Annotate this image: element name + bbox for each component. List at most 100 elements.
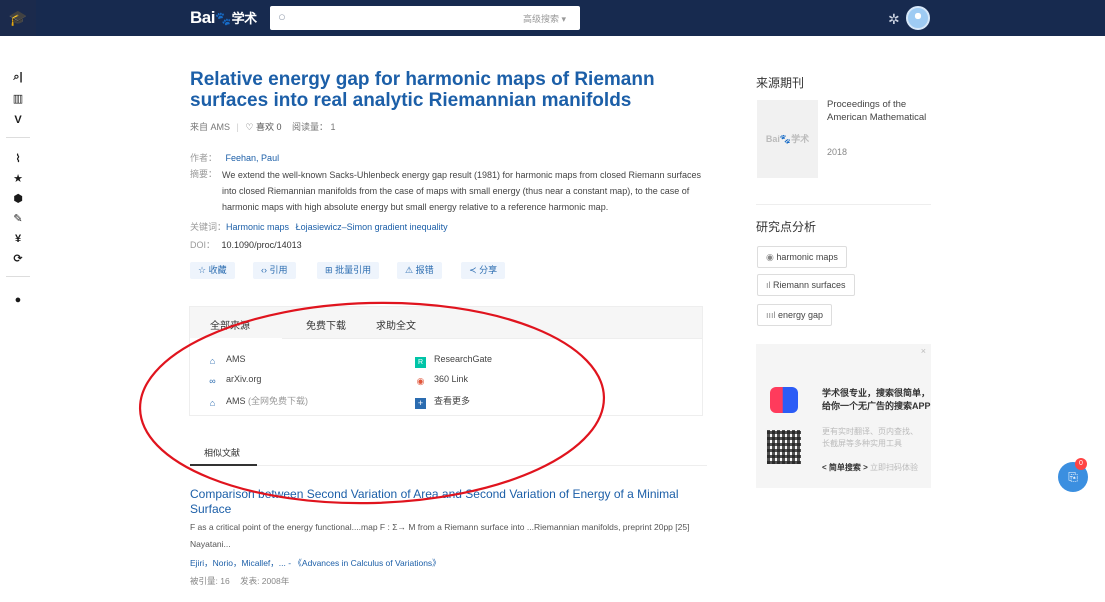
promo-cta[interactable]: < 简单搜索 > 立即扫码体验 xyxy=(822,462,918,473)
analysis-heading: 研究点分析 xyxy=(756,220,817,234)
topic-tag-label: harmonic maps xyxy=(776,252,838,262)
journal-year: 2018 xyxy=(827,147,848,157)
source-link-arxiv[interactable]: ∞ arXiv.org xyxy=(207,374,261,387)
institution-icon: ⌂ xyxy=(209,398,216,408)
promo-cta-hint: 立即扫码体验 xyxy=(870,463,919,472)
bar-chart-icon: ıııl xyxy=(766,310,776,320)
related-tab-indicator xyxy=(190,464,257,466)
tab-related-papers[interactable]: 相似文献 xyxy=(204,446,240,459)
author-link[interactable]: Feehan, Paul xyxy=(226,153,280,163)
rss-icon[interactable]: ⌇ xyxy=(8,152,28,166)
batch-cite-label: 批量引用 xyxy=(335,265,372,275)
search-box: ○ 高级搜索 ▾ xyxy=(270,6,580,30)
graduation-cap-icon[interactable]: 🎓 xyxy=(0,0,36,36)
abstract-text: We extend the well-known Sacks-Uhlenbeck… xyxy=(222,170,702,212)
source-name: 360 Link xyxy=(434,374,469,384)
active-tab-indicator xyxy=(190,338,282,340)
refresh-icon[interactable]: ⟳ xyxy=(8,252,28,266)
app-promo-banner[interactable]: × 学术很专业，搜索很简单， 给你一个无广告的搜索APP 更有实时翻译、页内查找… xyxy=(756,344,931,488)
topic-tag-riemann-surfaces[interactable]: ıl Riemann surfaces xyxy=(757,274,855,296)
search-icon[interactable]: ○ xyxy=(278,9,292,24)
related-paper-snippet: F as a critical point of the energy func… xyxy=(190,522,690,549)
author-label: 作者： xyxy=(190,153,218,163)
topic-tag-energy-gap[interactable]: ıııl energy gap xyxy=(757,304,833,326)
v-icon[interactable]: V xyxy=(8,113,28,127)
tab-request-fulltext[interactable]: 求助全文 xyxy=(376,317,416,332)
promo-desc1: 更有实时翻译、页内查找、 xyxy=(822,427,918,436)
promo-headline: 学术很专业，搜索很简单， 给你一个无广告的搜索APP xyxy=(822,387,932,413)
source-name: 查看更多 xyxy=(434,396,471,406)
layers-icon[interactable]: ⬢ xyxy=(8,192,28,206)
rail-divider xyxy=(6,276,30,277)
target-icon: ◉ xyxy=(766,252,774,262)
doi-value[interactable]: 10.1090/proc/14013 xyxy=(222,240,302,250)
baidu-scholar-logo[interactable]: Bai🐾学术 xyxy=(190,7,257,29)
source-name: ResearchGate xyxy=(434,354,493,364)
tab-all-sources[interactable]: 全部来源 xyxy=(210,317,250,332)
promo-cta-label: < 简单搜索 > xyxy=(822,463,868,472)
sources-tabs: 全部来源 免费下载 求助全文 xyxy=(190,307,702,340)
share-label: 分享 xyxy=(479,265,498,275)
paper-title[interactable]: Relative energy gap for harmonic maps of… xyxy=(190,69,710,111)
pen-icon[interactable]: ✎ xyxy=(8,212,28,226)
bar-chart-icon: ıl xyxy=(766,280,771,290)
tab-free-download[interactable]: 免费下载 xyxy=(306,317,346,332)
favorite-label: 收藏 xyxy=(208,265,227,275)
promo-description: 更有实时翻译、页内查找、 长截屏等多种实用工具 xyxy=(822,426,932,450)
promo-desc2: 长截屏等多种实用工具 xyxy=(822,439,902,448)
doi-row: DOI： 10.1090/proc/14013 xyxy=(190,238,302,251)
like-button[interactable]: ♡ 喜欢 0 xyxy=(245,122,281,132)
source-link-ams-free[interactable]: ⌂ AMS (全网免费下载) xyxy=(207,394,308,409)
promo-line2: 给你一个无广告的搜索APP xyxy=(822,401,931,411)
top-header: Bai🐾学术 ○ 高级搜索 ▾ ✲ xyxy=(36,0,1105,36)
related-paper-authors[interactable]: Ejiri，Norio，Micallef，... - 《Advances in … xyxy=(190,557,441,569)
source-note: (全网免费下载) xyxy=(248,396,309,406)
abstract-label: 摘要： xyxy=(190,169,218,179)
close-icon[interactable]: × xyxy=(921,346,926,356)
published-year: 发表: 2008年 xyxy=(240,576,290,586)
cited-count: 被引量: 16 xyxy=(190,576,230,586)
source-link-ams[interactable]: ⌂ AMS xyxy=(207,354,246,367)
logo-suffix: 学术 xyxy=(231,11,258,26)
advanced-search-dropdown[interactable]: 高级搜索 ▾ xyxy=(523,12,566,25)
keyword-link[interactable]: Łojasiewicz–Simon gradient inequality xyxy=(296,222,448,232)
journal-heading: 来源期刊 xyxy=(756,76,805,90)
batch-cite-button[interactable]: ⊞ 批量引用 xyxy=(317,262,380,279)
journal-name[interactable]: Proceedings of the American Mathematical xyxy=(827,98,937,124)
topic-tag-label: energy gap xyxy=(778,310,824,320)
report-error-label: 报错 xyxy=(415,265,434,275)
qr-code-icon xyxy=(767,430,801,464)
search-input[interactable] xyxy=(298,9,488,27)
action-bar: ☆ 收藏 ‹› 引用 ⊞ 批量引用 ⚠ 报错 ≺ 分享 xyxy=(190,262,710,280)
source-name: AMS xyxy=(226,396,246,406)
institution-icon: ⌂ xyxy=(209,356,216,366)
batch-icon: ⊞ xyxy=(325,265,333,275)
favorite-button[interactable]: ☆ 收藏 xyxy=(190,262,235,279)
source-label: 来自 AMS xyxy=(190,122,231,132)
search-icon[interactable]: ⌕| xyxy=(8,70,28,84)
star-icon[interactable]: ★ xyxy=(8,172,28,186)
keyword-link[interactable]: Harmonic maps xyxy=(226,222,289,232)
gear-icon[interactable]: ✲ xyxy=(888,11,900,28)
keywords-label: 关键词： xyxy=(190,222,227,232)
share-button[interactable]: ≺ 分享 xyxy=(461,262,506,279)
journal-cover[interactable]: Bai🐾学术 xyxy=(757,100,818,178)
warning-icon: ⚠ xyxy=(405,265,414,275)
report-error-button[interactable]: ⚠ 报错 xyxy=(397,262,442,279)
cite-button[interactable]: ‹› 引用 xyxy=(253,262,296,279)
topic-tag-label: Riemann surfaces xyxy=(773,280,846,290)
avatar[interactable] xyxy=(906,6,930,30)
related-paper-title[interactable]: Comparison between Second Variation of A… xyxy=(190,487,700,517)
user-icon[interactable]: ● xyxy=(8,293,28,307)
topic-tag-harmonic-maps[interactable]: ◉ harmonic maps xyxy=(757,246,847,268)
plus-icon: + xyxy=(415,398,426,409)
360-icon: ◉ xyxy=(416,376,425,386)
doi-label: DOI： xyxy=(190,240,216,250)
researchgate-icon: R xyxy=(415,357,426,368)
library-icon[interactable]: ▥ xyxy=(8,92,28,106)
view-more-sources[interactable]: + 查看更多 xyxy=(415,394,470,409)
read-count: 阅读量： 1 xyxy=(291,122,336,132)
yen-icon[interactable]: ¥ xyxy=(8,232,28,246)
source-link-researchgate[interactable]: R ResearchGate xyxy=(415,354,492,368)
source-link-360[interactable]: ◉ 360 Link xyxy=(415,374,468,387)
